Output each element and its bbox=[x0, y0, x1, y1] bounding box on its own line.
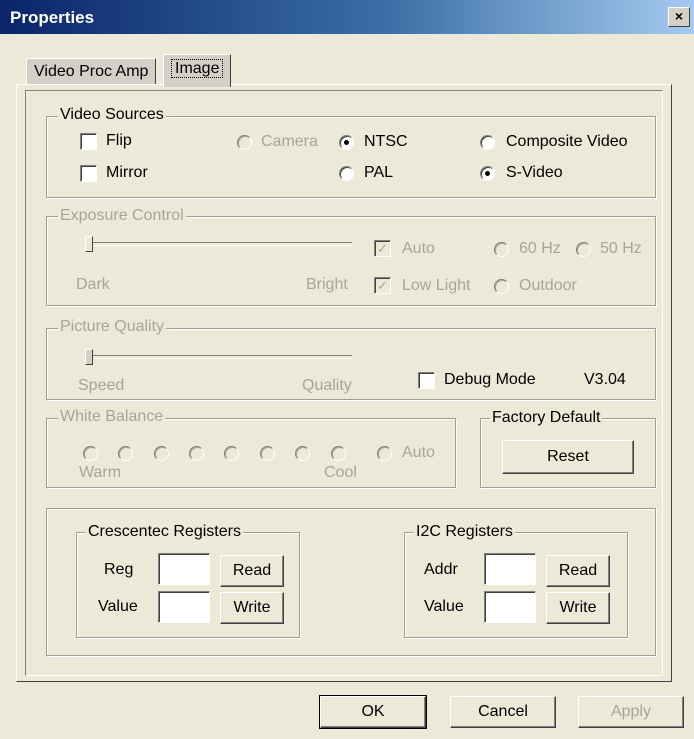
auto-exposure-label: Auto bbox=[402, 240, 435, 257]
composite-video-label: Composite Video bbox=[506, 133, 628, 150]
s-video-label: S-Video bbox=[506, 164, 563, 181]
tab-image-label: Image bbox=[171, 59, 224, 78]
i2c-addr-input[interactable] bbox=[484, 553, 536, 585]
camera-radio bbox=[237, 135, 252, 150]
picture-quality-legend: Picture Quality bbox=[58, 318, 167, 336]
debug-mode-label: Debug Mode bbox=[444, 371, 536, 388]
dark-label: Dark bbox=[76, 276, 110, 293]
apply-button: Apply bbox=[578, 696, 684, 728]
white-balance-radio-4 bbox=[189, 446, 204, 461]
reset-button[interactable]: Reset bbox=[502, 440, 634, 474]
composite-video-radio[interactable] bbox=[480, 135, 495, 150]
version-label: V3.04 bbox=[584, 371, 626, 388]
mirror-label: Mirror bbox=[106, 164, 148, 181]
ntsc-radio[interactable] bbox=[339, 135, 354, 150]
exposure-slider-thumb bbox=[85, 236, 93, 252]
flip-label: Flip bbox=[106, 132, 132, 149]
video-sources-group bbox=[46, 116, 656, 198]
i2c-read-button[interactable]: Read bbox=[546, 555, 610, 587]
close-icon[interactable]: × bbox=[668, 7, 690, 27]
quality-label: Quality bbox=[302, 377, 352, 394]
outdoor-label: Outdoor bbox=[519, 277, 577, 294]
60hz-radio bbox=[494, 242, 509, 257]
crescentec-reg-input[interactable] bbox=[158, 553, 210, 585]
debug-mode-checkbox[interactable] bbox=[418, 372, 435, 389]
cancel-button[interactable]: Cancel bbox=[450, 696, 556, 728]
white-balance-radio-8 bbox=[331, 446, 346, 461]
white-balance-radio-5 bbox=[224, 446, 239, 461]
exposure-slider-track bbox=[86, 242, 352, 246]
white-balance-legend: White Balance bbox=[58, 408, 166, 426]
white-balance-radio-6 bbox=[260, 446, 275, 461]
auto-exposure-checkbox: ✓ bbox=[374, 240, 391, 257]
crescentec-value-label: Value bbox=[98, 598, 138, 615]
ok-button[interactable]: OK bbox=[319, 695, 427, 729]
white-balance-radio-3 bbox=[154, 446, 169, 461]
white-balance-radio-7 bbox=[295, 446, 310, 461]
crescentec-read-button[interactable]: Read bbox=[220, 555, 284, 587]
mirror-checkbox[interactable] bbox=[80, 165, 97, 182]
video-sources-legend: Video Sources bbox=[58, 106, 166, 124]
i2c-registers-legend: I2C Registers bbox=[414, 523, 515, 541]
exposure-control-legend: Exposure Control bbox=[58, 207, 186, 225]
flip-checkbox[interactable] bbox=[80, 133, 97, 150]
quality-slider-track bbox=[86, 355, 352, 359]
outdoor-radio bbox=[494, 279, 509, 294]
ntsc-label: NTSC bbox=[364, 133, 408, 150]
bright-label: Bright bbox=[306, 276, 348, 293]
i2c-addr-label: Addr bbox=[424, 561, 458, 578]
white-balance-auto-label: Auto bbox=[402, 444, 435, 461]
low-light-checkbox: ✓ bbox=[374, 277, 391, 294]
low-light-label: Low Light bbox=[402, 277, 471, 294]
crescentec-reg-label: Reg bbox=[104, 561, 134, 578]
warm-label: Warm bbox=[79, 464, 122, 481]
white-balance-auto-radio bbox=[377, 446, 392, 461]
pal-radio[interactable] bbox=[339, 166, 354, 181]
s-video-radio[interactable] bbox=[480, 166, 495, 181]
crescentec-write-button[interactable]: Write bbox=[220, 592, 284, 624]
crescentec-registers-legend: Crescentec Registers bbox=[86, 523, 243, 541]
white-balance-radio-2 bbox=[118, 446, 133, 461]
crescentec-value-input[interactable] bbox=[158, 591, 210, 623]
i2c-value-input[interactable] bbox=[484, 591, 536, 623]
factory-default-legend: Factory Default bbox=[490, 409, 603, 427]
60hz-label: 60 Hz bbox=[519, 240, 561, 257]
cool-label: Cool bbox=[324, 464, 357, 481]
pal-label: PAL bbox=[364, 164, 394, 181]
title-bar: Properties × bbox=[0, 0, 694, 34]
white-balance-radio-1 bbox=[83, 446, 98, 461]
50hz-label: 50 Hz bbox=[600, 240, 642, 257]
i2c-value-label: Value bbox=[424, 598, 464, 615]
quality-slider-thumb[interactable] bbox=[85, 349, 93, 365]
tab-video-proc-amp[interactable]: Video Proc Amp bbox=[26, 58, 157, 85]
i2c-write-button[interactable]: Write bbox=[546, 592, 610, 624]
speed-label: Speed bbox=[78, 377, 125, 394]
50hz-radio bbox=[576, 242, 591, 257]
tab-image[interactable]: Image bbox=[163, 54, 232, 87]
window-title: Properties bbox=[10, 8, 95, 27]
camera-label: Camera bbox=[261, 133, 318, 150]
